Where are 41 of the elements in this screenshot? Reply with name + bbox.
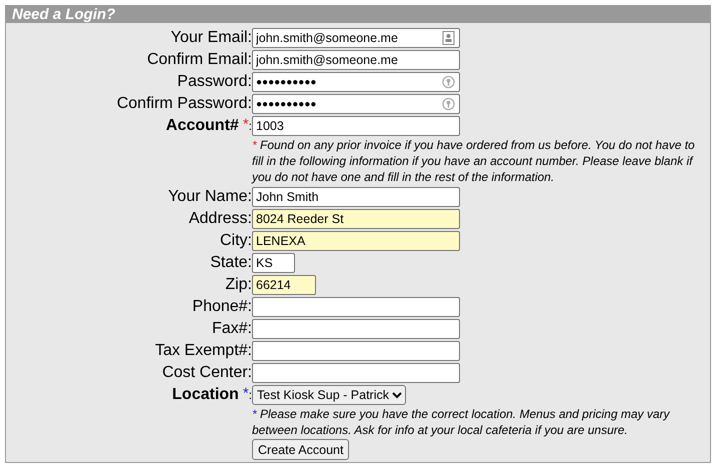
field-label: Tax Exempt#: xyxy=(155,341,252,361)
required-mark: * xyxy=(242,115,249,135)
input-field[interactable]: John Smith xyxy=(252,187,460,207)
help-note: * Please make sure you have the correct location. Menus and pricing may vary between locations. Ask for info at your local cafeteria if you are unsure. xyxy=(252,406,671,438)
colon: : xyxy=(248,118,252,135)
input-field[interactable] xyxy=(252,319,460,339)
input-field[interactable]: LENEXA xyxy=(252,231,460,251)
field-label: State: xyxy=(210,253,252,273)
key-icon[interactable] xyxy=(442,97,455,111)
field-label: City: xyxy=(220,231,252,251)
location-dropdown[interactable]: Test Kiosk Sup - Patrick xyxy=(252,385,406,405)
input-field[interactable]: ●●●●●●●●●● xyxy=(252,72,460,92)
input-field[interactable]: ●●●●●●●●●● xyxy=(252,94,460,114)
field-label: Cost Center: xyxy=(162,363,252,383)
input-field[interactable]: 66214 xyxy=(252,275,316,295)
panel-title: Need a Login? xyxy=(12,6,116,23)
field-label: Address: xyxy=(188,209,252,229)
field-label: Your Email: xyxy=(170,28,252,48)
input-field[interactable]: 8024 Reeder St xyxy=(252,209,460,229)
field-label: Zip: xyxy=(225,275,252,295)
input-field[interactable] xyxy=(252,297,460,317)
key-icon[interactable] xyxy=(442,75,455,89)
field-label: Your Name: xyxy=(168,187,252,207)
input-field[interactable]: KS xyxy=(252,253,295,273)
field-label: Password: xyxy=(177,72,252,92)
field-label: Phone#: xyxy=(192,297,252,317)
field-label: Confirm Password: xyxy=(116,94,252,114)
field-label: Fax#: xyxy=(212,319,252,339)
input-field[interactable]: john.smith@someone.me xyxy=(252,28,460,48)
input-field[interactable] xyxy=(252,341,460,361)
field-label: Confirm Email: xyxy=(147,50,252,70)
field-label: Account# xyxy=(166,116,239,136)
help-note: * Found on any prior invoice if you have ordered from us before. You do not have to fill in the following information if you have an account number. Please leave blank if you do not have one and fill in the rest of the information. xyxy=(252,137,696,185)
field-label: Location xyxy=(172,385,239,405)
colon: : xyxy=(248,387,252,404)
input-field[interactable] xyxy=(252,363,460,383)
input-field[interactable]: john.smith@someone.me xyxy=(252,50,460,70)
input-field[interactable]: 1003 xyxy=(252,116,460,136)
contact-card-icon[interactable] xyxy=(442,31,455,45)
required-mark: * xyxy=(242,384,249,404)
create-account-button[interactable]: Create Account xyxy=(252,439,350,460)
